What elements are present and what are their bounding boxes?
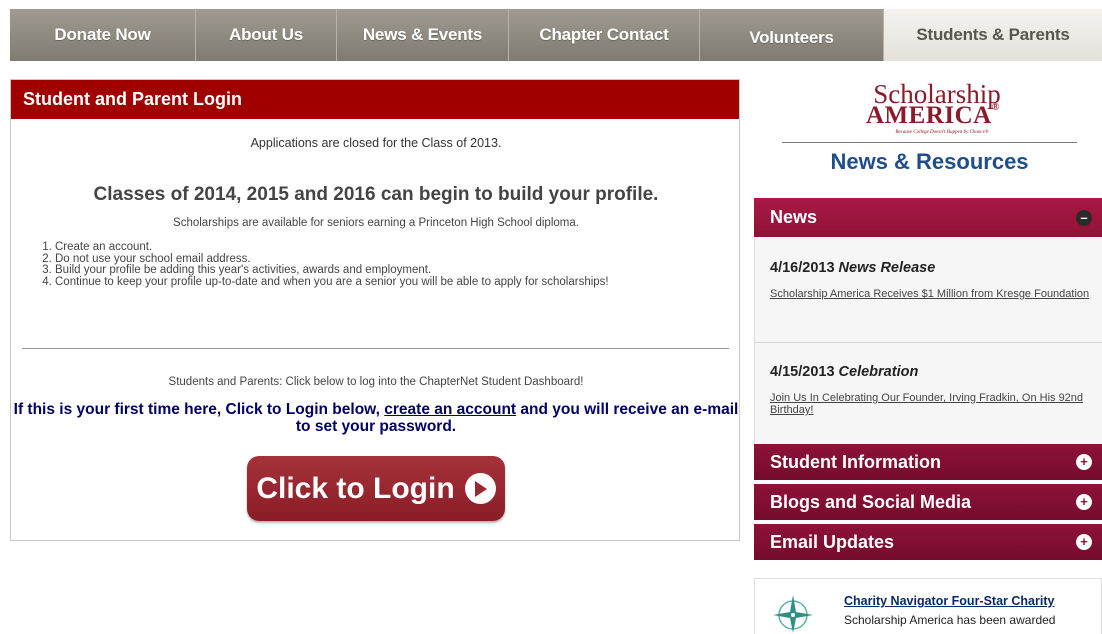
accordion-email-updates[interactable]: Email Updates + <box>754 524 1102 560</box>
list-item: Create an account. <box>55 241 705 254</box>
accordion-label: Email Updates <box>770 532 895 552</box>
first-time-text-pre: If this is your first time here, Click t… <box>13 401 385 418</box>
news-date: 4/16/2013 News Release <box>770 260 936 276</box>
login-button-label: Click to Login <box>256 471 455 505</box>
accordion-label: Blogs and Social Media <box>770 492 972 512</box>
list-item: 4/16/2013 News Release Scholarship Ameri… <box>770 260 1090 300</box>
news-accordion-header[interactable]: News – <box>754 198 1102 237</box>
tab-donate-now[interactable]: Donate Now <box>10 9 196 61</box>
logo-tagline: Because College Doesn't Happen by Chance… <box>895 130 989 135</box>
build-profile-title: Classes of 2014, 2015 and 2016 can begin… <box>93 184 659 205</box>
profile-steps-list: Create an account. Do not use your schoo… <box>55 241 705 289</box>
play-arrow-icon <box>464 473 496 504</box>
dashboard-note: Students and Parents: Click below to log… <box>168 376 584 388</box>
top-navigation: Donate Now About Us News & Events Chapte… <box>10 9 1102 61</box>
tab-about-us[interactable]: About Us <box>196 9 337 61</box>
expand-icon[interactable]: + <box>1076 494 1092 510</box>
section-divider <box>22 348 729 349</box>
create-account-link[interactable]: create an account <box>384 401 516 418</box>
news-date: 4/15/2013 Celebration <box>770 364 919 380</box>
scholarship-availability-note: Scholarships are available for seniors e… <box>173 217 579 229</box>
news-link[interactable]: Join Us In Celebrating Our Founder, Irvi… <box>770 392 1090 416</box>
charity-navigator-link[interactable]: Charity Navigator Four-Star Charity <box>844 594 1054 608</box>
expand-icon[interactable]: + <box>1076 534 1092 550</box>
collapse-icon[interactable]: – <box>1076 209 1092 226</box>
scholarship-america-logo[interactable]: Scholarship AMERICA® Because College Doe… <box>782 78 1077 178</box>
news-resources-title: News & Resources <box>830 149 1029 174</box>
logo-divider <box>782 142 1077 143</box>
accordion-label: Student Information <box>770 452 941 472</box>
login-panel-header: Student and Parent Login <box>11 80 739 119</box>
tab-chapter-contact[interactable]: Chapter Contact <box>509 9 700 61</box>
tab-volunteers[interactable]: Volunteers <box>700 9 884 61</box>
logo-caps-text: AMERICA® <box>866 102 1000 129</box>
compass-star-icon <box>771 593 815 634</box>
applications-closed-note: Applications are closed for the Class of… <box>250 136 502 150</box>
list-item: 4/15/2013 Celebration Join Us In Celebra… <box>770 364 1090 416</box>
list-item: Continue to keep your profile up-to-date… <box>55 276 705 289</box>
charity-navigator-box: Charity Navigator Four-Star Charity Scho… <box>754 578 1102 634</box>
news-link[interactable]: Scholarship America Receives $1 Million … <box>770 288 1090 300</box>
login-panel: Student and Parent Login Applications ar… <box>10 79 740 541</box>
charity-description: Scholarship America has been awarded <box>844 613 1056 627</box>
news-list: 4/16/2013 News Release Scholarship Ameri… <box>754 238 1102 444</box>
expand-icon[interactable]: + <box>1076 454 1092 470</box>
accordion-student-information[interactable]: Student Information + <box>754 444 1102 480</box>
first-time-instructions: If this is your first time here, Click t… <box>11 401 741 435</box>
click-to-login-button[interactable]: Click to Login <box>247 456 505 521</box>
news-header-label: News <box>770 207 818 227</box>
news-divider <box>755 342 1102 343</box>
tab-news-events[interactable]: News & Events <box>337 9 509 61</box>
accordion-blogs-social-media[interactable]: Blogs and Social Media + <box>754 484 1102 520</box>
list-item: Build your profile be adding this year's… <box>55 264 705 277</box>
tab-students-parents[interactable]: Students & Parents <box>884 9 1102 61</box>
